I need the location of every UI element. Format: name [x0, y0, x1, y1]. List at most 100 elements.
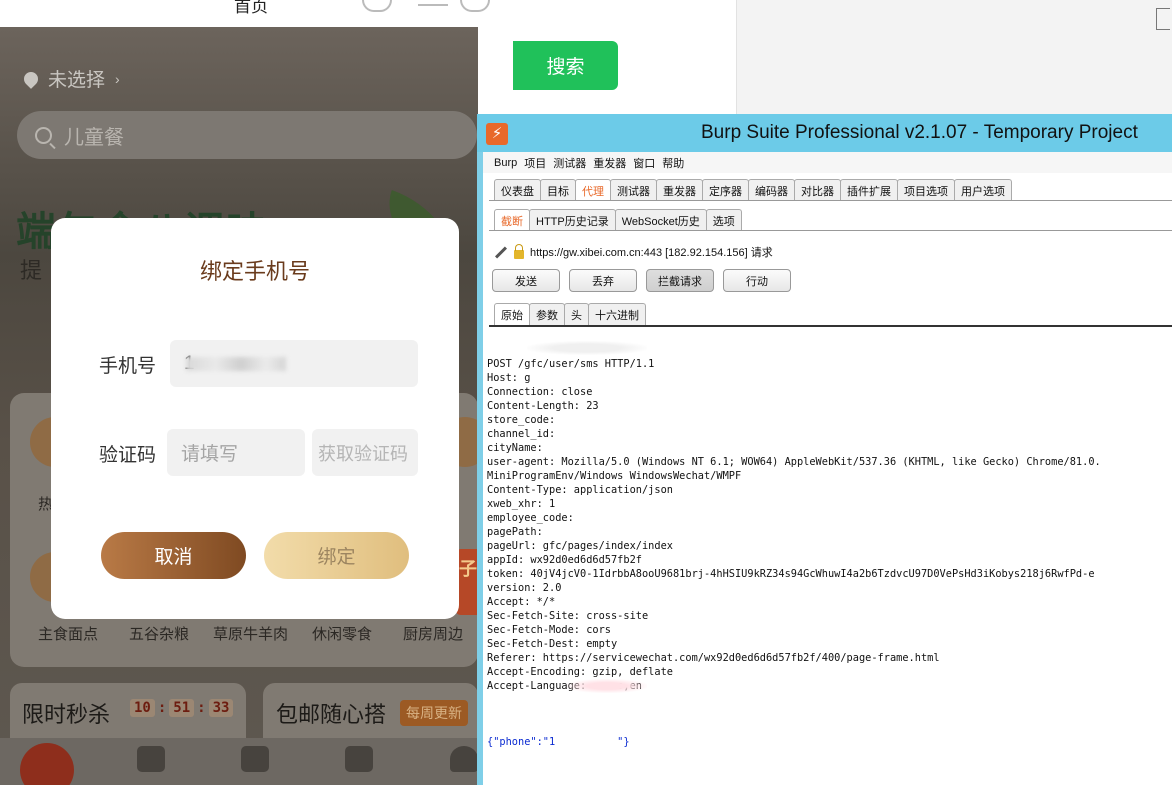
countdown-timer: 10: 51: 33: [130, 699, 234, 717]
intercept-toggle-button[interactable]: 拦截请求: [646, 269, 714, 292]
category-grains[interactable]: 五谷杂粮: [129, 623, 189, 644]
tab-repeater[interactable]: 重发器: [656, 179, 703, 201]
tab-raw[interactable]: 原始: [494, 303, 530, 325]
window-icon[interactable]: [1156, 8, 1170, 30]
cancel-button[interactable]: 取消: [101, 532, 246, 579]
more-icon[interactable]: [362, 0, 392, 12]
tab-extender[interactable]: 插件扩展: [840, 179, 898, 201]
bind-button[interactable]: 绑定: [264, 532, 409, 579]
message-tab-icon[interactable]: [137, 746, 165, 772]
tab-decoder[interactable]: 编码器: [748, 179, 795, 201]
request-lines: POST /gfc/user/sms HTTP/1.1 Host: g Connec…: [487, 357, 1172, 707]
tab-proxy[interactable]: 代理: [575, 179, 611, 201]
intercept-buttons: 发送 丢弃 拦截请求 行动: [492, 269, 791, 292]
menu-help[interactable]: 帮助: [662, 155, 684, 171]
request-body: {"phone":"1 "}: [487, 736, 630, 748]
message-view-tabs: 原始 参数 头 十六进制: [494, 303, 646, 325]
category-kitchen[interactable]: 厨房周边: [403, 623, 463, 644]
request-line: MiniProgramEnv/Windows WindowsWechat/WMP…: [487, 470, 742, 482]
category-tab-icon[interactable]: [241, 746, 269, 772]
chevron-right-icon: ›: [115, 70, 120, 87]
request-line: Accept-Encoding: gzip, deflate: [487, 666, 673, 678]
request-line: appId: wx92d0ed6d6d57fb2f: [487, 554, 642, 566]
tab-dashboard[interactable]: 仪表盘: [494, 179, 541, 201]
menu-intruder[interactable]: 测试器: [553, 155, 586, 171]
request-line: Content-Length: 23: [487, 400, 599, 412]
minimize-icon[interactable]: [418, 0, 448, 6]
request-line: Host: g: [487, 372, 531, 384]
category-beef-mutton[interactable]: 草原牛羊肉: [213, 623, 288, 644]
search-icon: [35, 126, 52, 144]
request-line: [487, 693, 1172, 707]
close-circle-icon[interactable]: [460, 0, 490, 12]
burp-window-title: Burp Suite Professional v2.1.07 - Tempor…: [701, 122, 1138, 143]
request-line: POST /gfc/user/sms HTTP/1.1: [487, 358, 655, 370]
phone-input[interactable]: 1: [170, 340, 418, 387]
tab-comparer[interactable]: 对比器: [794, 179, 841, 201]
tab-target[interactable]: 目标: [540, 179, 576, 201]
tab-user-options[interactable]: 用户选项: [954, 179, 1012, 201]
forward-button[interactable]: 发送: [492, 269, 560, 292]
tab-websocket-history[interactable]: WebSocket历史: [614, 209, 707, 231]
menu-project[interactable]: 项目: [524, 155, 546, 171]
burp-menu-bar: Burp 项目 测试器 重发器 窗口 帮助: [483, 152, 1172, 173]
code-label: 验证码: [99, 445, 157, 466]
raw-request-editor[interactable]: POST /gfc/user/sms HTTP/1.1 Host: g Connec…: [487, 329, 1172, 785]
request-line: store_code:: [487, 414, 556, 426]
request-line: xweb_xhr: 1: [487, 498, 556, 510]
request-line: token: 40jV4jcV0-1IdrbbA8ooU9681brj-4hHS…: [487, 568, 1095, 580]
cart-tab-icon[interactable]: [345, 746, 373, 772]
menu-window[interactable]: 窗口: [633, 155, 655, 171]
lock-icon: [514, 243, 524, 259]
request-line: version: 2.0: [487, 582, 562, 594]
request-line: cityName:: [487, 442, 543, 454]
timer-seconds: 33: [208, 699, 234, 717]
burp-window: ⚡ Burp Suite Professional v2.1.07 - Temp…: [477, 114, 1172, 785]
burp-title-bar[interactable]: ⚡ Burp Suite Professional v2.1.07 - Temp…: [477, 114, 1172, 152]
request-line: Referer: https://servicewechat.com/wx92d…: [487, 652, 940, 664]
tab-params[interactable]: 参数: [529, 303, 565, 325]
profile-tab-icon[interactable]: [450, 746, 478, 772]
tab-headers[interactable]: 头: [564, 303, 589, 325]
tab-sequencer[interactable]: 定序器: [702, 179, 749, 201]
pencil-icon[interactable]: [494, 245, 508, 259]
menu-burp[interactable]: Burp: [494, 157, 517, 169]
request-line: Sec-Fetch-Site: cross-site: [487, 610, 649, 622]
drop-button[interactable]: 丢弃: [569, 269, 637, 292]
burp-content: Burp 项目 测试器 重发器 窗口 帮助 仪表盘 目标 代理 测试器 重发器 …: [483, 152, 1172, 785]
tab-hex[interactable]: 十六进制: [588, 303, 646, 325]
get-code-button[interactable]: 获取验证码: [312, 429, 418, 476]
tab-proxy-options[interactable]: 选项: [705, 209, 742, 231]
bind-phone-dialog: 绑定手机号 手机号 1 验证码 请填写 获取验证码 取消 绑定: [51, 218, 459, 619]
dialog-title: 绑定手机号: [199, 259, 310, 284]
miniprogram-title-bar: 首页: [0, 0, 513, 27]
menu-repeater[interactable]: 重发器: [593, 155, 626, 171]
page-title: 首页: [234, 0, 268, 16]
timer-minutes: 51: [169, 699, 195, 717]
flash-sale-title: 限时秒杀: [22, 702, 111, 727]
tab-intercept[interactable]: 截断: [494, 209, 530, 231]
request-info: https://gw.xibei.com.cn:443 [182.92.154.…: [494, 243, 773, 260]
tab-project-options[interactable]: 项目选项: [897, 179, 955, 201]
free-shipping-title: 包邮随心搭: [276, 702, 387, 727]
code-input[interactable]: 请填写: [167, 429, 305, 476]
request-line: user-agent: Mozilla/5.0 (Windows NT 6.1;…: [487, 456, 1101, 468]
tab-http-history[interactable]: HTTP历史记录: [529, 209, 616, 231]
redaction-blur: [567, 679, 647, 693]
app-search-bar[interactable]: 儿童餐: [17, 111, 477, 159]
request-line: Connection: close: [487, 386, 593, 398]
redaction-blur: [186, 357, 286, 371]
category-snacks[interactable]: 休闲零食: [312, 623, 372, 644]
request-line: Sec-Fetch-Dest: empty: [487, 638, 618, 650]
divider: [489, 325, 1172, 327]
request-line: pageUrl: gfc/pages/index/index: [487, 540, 673, 552]
category-main-noodles[interactable]: 主食面点: [38, 623, 98, 644]
location-selector[interactable]: 未选择 ›: [21, 65, 120, 92]
request-line: Accept: */*: [487, 596, 556, 608]
tab-intruder[interactable]: 测试器: [610, 179, 657, 201]
location-label: 未选择: [48, 70, 106, 91]
search-button[interactable]: 搜索: [513, 41, 618, 90]
screen: 首页 搜索 未选择 › 儿童餐 端午食八调味 提 热 子 主食面点 五谷杂粮 草…: [0, 0, 1172, 785]
action-button[interactable]: 行动: [723, 269, 791, 292]
burp-logo-icon: ⚡: [486, 123, 508, 145]
